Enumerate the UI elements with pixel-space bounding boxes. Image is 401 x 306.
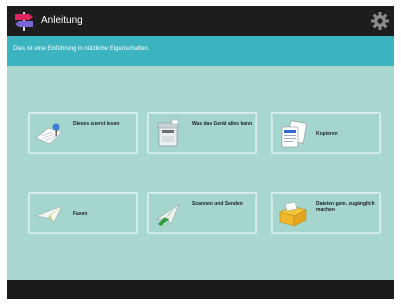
gear-icon[interactable] [370, 11, 390, 31]
tile-area: Dieses zuerst lesen Was das Gerät alles … [7, 66, 394, 280]
fax-paper-plane-icon [34, 205, 63, 223]
tile-copy[interactable]: Kopieren [271, 112, 381, 154]
scan-send-icon [155, 203, 180, 226]
printer-device-icon [157, 119, 179, 147]
title-bar: Anleitung [7, 6, 394, 36]
tile-label: Dateien gem. zugänglich machen [316, 201, 375, 213]
info-bar: Dies ist eine Einführung in nützliche Ei… [7, 36, 394, 66]
tile-label: Kopieren [316, 131, 338, 137]
shared-folder-icon [279, 201, 307, 227]
guide-screen: Anleitung Dies ist eine Einführung in nü… [7, 6, 394, 299]
paper-reading-icon [35, 123, 63, 145]
tile-device-features[interactable]: Was das Gerät alles kann [147, 112, 257, 154]
tile-label: Was das Gerät alles kann [192, 121, 253, 127]
tile-scan-send[interactable]: Scannen und Senden [147, 192, 257, 234]
tile-label: Dieses zuerst lesen [73, 121, 120, 127]
signpost-icon [15, 12, 33, 31]
tile-label: Scannen und Senden [192, 201, 243, 207]
bottom-bar [7, 280, 394, 299]
app-title: Anleitung [41, 15, 83, 26]
tile-share-files[interactable]: Dateien gem. zugänglich machen [271, 192, 381, 234]
tile-read-first[interactable]: Dieses zuerst lesen [28, 112, 138, 154]
tile-label: Faxen [73, 211, 88, 217]
tile-fax[interactable]: Faxen [28, 192, 138, 234]
info-text: Dies ist eine Einführung in nützliche Ei… [13, 46, 150, 52]
copy-documents-icon [281, 120, 307, 148]
